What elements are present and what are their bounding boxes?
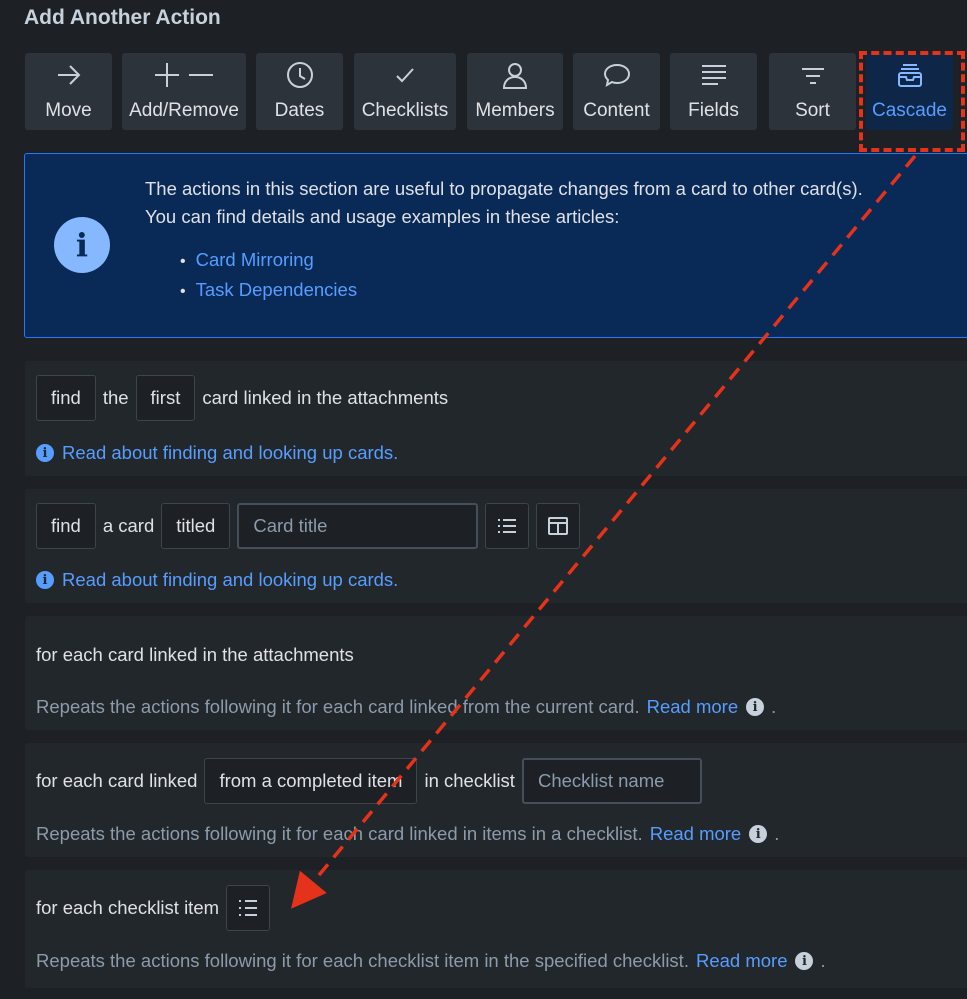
tab-label: Checklists [361, 100, 449, 121]
static-text: for each card linked [36, 770, 198, 791]
filter-icon [801, 68, 824, 84]
link-task-dependencies[interactable]: Task Dependencies [196, 279, 357, 300]
tab-label: Add/Remove [129, 100, 239, 121]
static-text: the [102, 387, 129, 408]
list-options-button[interactable] [485, 503, 530, 549]
info-circle-icon: i [795, 952, 814, 970]
tab-checklists[interactable]: Checklists [354, 53, 456, 130]
static-text: for each card linked in the attachments [36, 644, 354, 665]
info-circle-icon: i [746, 698, 765, 716]
action-description: Repeats the actions following it for eac… [36, 950, 689, 971]
list-icon [498, 519, 517, 533]
info-circle-icon: i [36, 571, 54, 589]
inbox-stack-icon [897, 64, 922, 87]
titled-dropdown[interactable]: titled [161, 503, 231, 549]
read-more-link[interactable]: Read more [696, 950, 788, 972]
board-columns-icon [548, 517, 569, 535]
static-text: for each checklist item [36, 897, 220, 918]
action-for-each-linked-attachment[interactable]: for each card linked in the attachments … [25, 616, 967, 730]
help-link[interactable]: Read about finding and looking up cards. [62, 442, 398, 464]
board-layout-button[interactable] [536, 503, 581, 549]
tab-cascade[interactable]: Cascade [866, 53, 953, 130]
tab-add-remove[interactable]: Add/Remove [122, 53, 246, 130]
find-dropdown[interactable]: find [36, 503, 96, 549]
tab-move[interactable]: Move [25, 53, 112, 130]
period: . [820, 950, 826, 971]
lines-icon [701, 65, 726, 85]
page-title: Add Another Action [24, 6, 221, 29]
tab-sort[interactable]: Sort [769, 53, 856, 130]
speech-bubble-icon [603, 63, 630, 88]
plus-minus-icon [155, 63, 213, 87]
action-find-card-titled[interactable]: find a card titled Card title i Read abo… [25, 489, 967, 603]
static-text: card linked in the attachments [202, 387, 449, 408]
tab-members[interactable]: Members [467, 53, 563, 130]
person-icon [502, 63, 528, 89]
clock-icon [286, 62, 313, 88]
period: . [771, 696, 777, 717]
link-card-mirroring[interactable]: Card Mirroring [196, 249, 314, 270]
action-for-each-linked-checklist[interactable]: for each card linked from a completed it… [25, 743, 967, 857]
static-text: a card [102, 515, 155, 536]
completion-dropdown[interactable]: from a completed item [204, 758, 418, 804]
read-more-link[interactable]: Read more [647, 696, 739, 718]
info-line-2: You can find details and usage examples … [145, 206, 620, 227]
action-description: Repeats the actions following it for eac… [36, 823, 643, 844]
card-title-input[interactable]: Card title [237, 503, 479, 549]
tab-label: Members [475, 100, 555, 121]
tab-label: Dates [274, 100, 325, 121]
check-icon [396, 68, 414, 83]
read-more-link[interactable]: Read more [650, 823, 742, 845]
checklist-name-input[interactable]: Checklist name [521, 758, 702, 804]
tab-fields[interactable]: Fields [670, 53, 757, 130]
first-dropdown[interactable]: first [135, 375, 196, 421]
action-find-first-linked[interactable]: find the first card linked in the attach… [25, 361, 967, 476]
tab-label: Move [45, 100, 92, 121]
static-text: in checklist [424, 770, 515, 791]
tab-content[interactable]: Content [573, 53, 660, 130]
info-banner: i The actions in this section are useful… [24, 153, 967, 338]
info-icon: i [54, 217, 110, 273]
find-dropdown[interactable]: find [36, 375, 96, 421]
tab-label: Content [583, 100, 650, 121]
checklist-options-button[interactable] [226, 885, 271, 931]
arrow-right-icon [57, 65, 80, 85]
tab-dates[interactable]: Dates [256, 53, 343, 130]
tab-label: Sort [795, 100, 830, 121]
info-links: Card Mirroring Task Dependencies [180, 246, 357, 306]
period: . [774, 823, 780, 844]
info-circle-icon: i [749, 825, 768, 843]
info-line-1: The actions in this section are useful t… [145, 178, 863, 199]
help-link[interactable]: Read about finding and looking up cards. [62, 569, 398, 591]
tab-label: Fields [688, 100, 739, 121]
action-for-each-checklist-item[interactable]: for each checklist item Repeats the acti… [25, 870, 967, 988]
numbered-list-icon [239, 900, 258, 916]
info-circle-icon: i [36, 444, 54, 462]
tab-label: Cascade [872, 100, 947, 121]
action-description: Repeats the actions following it for eac… [36, 696, 640, 717]
